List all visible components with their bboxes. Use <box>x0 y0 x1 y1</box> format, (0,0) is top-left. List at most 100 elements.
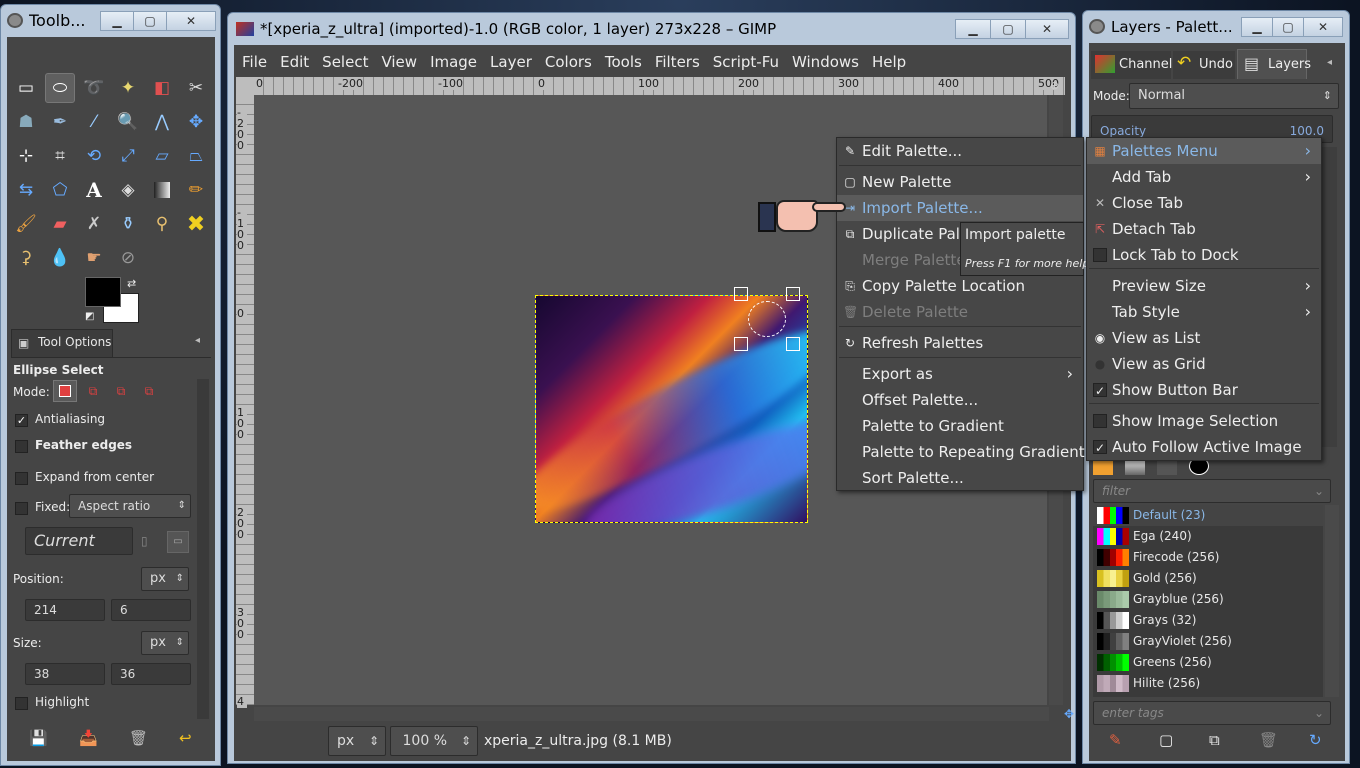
mode-dropdown[interactable]: Normal ⇕ <box>1129 83 1339 109</box>
default-colors-icon[interactable]: ◩ <box>85 311 94 322</box>
dodge-burn-tool-icon[interactable]: ⊘ <box>113 243 143 273</box>
blur-tool-icon[interactable]: 💧 <box>45 243 75 273</box>
horizontal-ruler[interactable]: 0 -200 -100 0 100 200 300 400 500 <box>254 77 1065 95</box>
tab-menu-item[interactable]: ✓ Show Button Bar <box>1087 377 1321 403</box>
pencil-tool-icon[interactable]: ✏ <box>181 175 211 205</box>
navigate-icon[interactable]: ✥ <box>1064 707 1074 721</box>
flip-tool-icon[interactable]: ⇆ <box>11 175 41 205</box>
vertical-ruler[interactable]: -200 -100 0 100 200 300 4 <box>236 95 254 708</box>
palette-menu-item[interactable]: ⎘ Copy Palette Location <box>837 273 1083 299</box>
palette-list-item[interactable]: Hilite (256) <box>1093 673 1323 694</box>
swap-colors-icon[interactable]: ⇄ <box>127 277 136 290</box>
palette-list-item[interactable]: Ega (240) <box>1093 526 1323 547</box>
ink-tool-icon[interactable]: ⚱ <box>113 209 143 239</box>
menu-file[interactable]: File <box>242 53 267 71</box>
tab-menu-item[interactable]: ● View as Grid <box>1087 351 1321 377</box>
preset-delete-icon[interactable]: ▯ <box>141 534 148 548</box>
free-select-tool-icon[interactable]: ➰ <box>79 73 109 103</box>
palette-list-item[interactable]: Gold (256) <box>1093 568 1323 589</box>
maximize-button[interactable]: ▢ <box>1272 17 1304 37</box>
cage-transform-tool-icon[interactable]: ⬠ <box>45 175 75 205</box>
tab-menu-item[interactable]: ✓ Auto Follow Active Image <box>1087 434 1321 460</box>
tab-layers[interactable]: ▤ Layers <box>1237 49 1311 79</box>
mode-subtract-button[interactable]: ⧉ <box>109 380 133 402</box>
palette-list-item[interactable]: Firecode (256) <box>1093 547 1323 568</box>
text-tool-icon[interactable]: A <box>79 175 109 205</box>
tab-tool-options[interactable]: ▣ Tool Options <box>11 329 113 357</box>
rect-select-tool-icon[interactable]: ▭ <box>11 73 41 103</box>
color-select-tool-icon[interactable]: ◧ <box>147 73 177 103</box>
fixed-checkbox[interactable] <box>15 502 28 515</box>
heal-tool-icon[interactable]: ✖ <box>181 209 211 239</box>
tab-menu-item[interactable]: ▦ Palettes Menu › <box>1087 138 1321 164</box>
foreground-select-tool-icon[interactable]: ☗ <box>11 107 41 137</box>
refresh-palettes-button-icon[interactable]: ↻ <box>1309 731 1322 749</box>
layers-titlebar[interactable]: Layers - Palett... ▁ ▢ ✕ <box>1083 11 1349 43</box>
tab-channels[interactable]: Channels <box>1091 51 1179 79</box>
measure-tool-icon[interactable]: ⋀ <box>147 107 177 137</box>
paintbrush-tool-icon[interactable]: 🖌 <box>11 209 41 239</box>
palette-menu-item[interactable]: ↻ Refresh Palettes <box>837 330 1083 356</box>
tab-menu-item[interactable]: ◉ View as List <box>1087 325 1321 351</box>
clone-tool-icon[interactable]: ⚲ <box>147 209 177 239</box>
tab-menu-item[interactable]: Lock Tab to Dock <box>1087 242 1321 268</box>
size-height-field[interactable]: 36 <box>111 663 191 685</box>
scissors-tool-icon[interactable]: ✂ <box>181 73 211 103</box>
unit-dropdown[interactable]: px ⇕ <box>328 726 386 756</box>
perspective-clone-tool-icon[interactable]: ⚳ <box>11 243 41 273</box>
palette-menu-item[interactable]: ▢ New Palette <box>837 169 1083 195</box>
airbrush-tool-icon[interactable]: ✗ <box>79 209 109 239</box>
perspective-tool-icon[interactable]: ⏢ <box>181 141 211 171</box>
size-unit-dropdown[interactable]: px ⇕ <box>141 631 189 655</box>
tab-undo[interactable]: ↶ Undo <box>1173 51 1235 79</box>
palette-menu-item[interactable]: ✎ Edit Palette... <box>837 138 1083 164</box>
highlight-checkbox[interactable] <box>15 697 28 710</box>
ellipse-select-tool-icon[interactable]: ⬭ <box>45 73 75 103</box>
menu-script-fu[interactable]: Script-Fu <box>713 53 779 71</box>
palette-list-item[interactable]: Default (23) <box>1093 505 1323 526</box>
palette-list[interactable]: Default (23) Ega (240) Firecode (256) Gold … <box>1093 505 1323 697</box>
zoom-tool-icon[interactable]: 🔍 <box>113 107 143 137</box>
menu-layer[interactable]: Layer <box>490 53 532 71</box>
position-y-field[interactable]: 6 <box>111 599 191 621</box>
minimize-button[interactable]: ▁ <box>100 11 134 31</box>
alignment-tool-icon[interactable]: ⊹ <box>11 141 41 171</box>
mode-replace-button[interactable] <box>53 380 77 402</box>
tab-menu-item[interactable]: ⇱ Detach Tab <box>1087 216 1321 242</box>
crop-tool-icon[interactable]: ⌗ <box>45 141 75 171</box>
foreground-color-swatch[interactable] <box>85 277 121 307</box>
expand-from-center-checkbox[interactable] <box>15 472 28 485</box>
palette-list-item[interactable]: Greens (256) <box>1093 652 1323 673</box>
delete-tool-options-icon[interactable]: 🗑 <box>129 729 148 747</box>
close-button[interactable]: ✕ <box>166 11 216 31</box>
tab-menu-item[interactable]: Tab Style › <box>1087 299 1321 325</box>
duplicate-palette-button-icon[interactable]: ⧉ <box>1209 731 1220 749</box>
palette-menu-item[interactable]: Export as › <box>837 361 1083 387</box>
menu-filters[interactable]: Filters <box>655 53 700 71</box>
palette-list-item[interactable]: Grayblue (256) <box>1093 589 1323 610</box>
tab-menu-item[interactable]: ✕ Close Tab <box>1087 190 1321 216</box>
position-unit-dropdown[interactable]: px ⇕ <box>141 567 189 591</box>
palette-menu-item[interactable]: ⇥ Import Palette... <box>837 195 1083 221</box>
selection-handle[interactable] <box>786 287 800 301</box>
minimize-button[interactable]: ▁ <box>955 19 991 39</box>
move-tool-icon[interactable]: ✥ <box>181 107 211 137</box>
blend-tool-icon[interactable] <box>147 175 177 205</box>
tab-menu-icon[interactable]: ◂ <box>195 335 200 346</box>
toolbox-titlebar[interactable]: Toolb... ▁ ▢ ✕ <box>1 5 220 37</box>
menu-image[interactable]: Image <box>430 53 477 71</box>
palette-list-scrollbar[interactable] <box>1325 505 1339 697</box>
tab-menu-item[interactable]: Add Tab › <box>1087 164 1321 190</box>
eraser-tool-icon[interactable]: ▰ <box>45 209 75 239</box>
tab-menu-item[interactable]: Preview Size › <box>1087 273 1321 299</box>
tool-options-scrollbar[interactable] <box>197 379 209 719</box>
delete-palette-button-icon[interactable]: 🗑 <box>1259 731 1278 749</box>
smudge-tool-icon[interactable]: ☛ <box>79 243 109 273</box>
ellipse-selection[interactable] <box>748 301 786 337</box>
image-window-titlebar[interactable]: *[xperia_z_ultra] (imported)-1.0 (RGB co… <box>228 13 1075 45</box>
tags-field[interactable]: enter tags ⌄ <box>1093 701 1331 725</box>
edit-palette-button-icon[interactable]: ✎ <box>1109 731 1122 749</box>
menu-colors[interactable]: Colors <box>545 53 592 71</box>
antialiasing-checkbox[interactable]: ✓ <box>15 414 28 427</box>
selection-handle[interactable] <box>734 287 748 301</box>
